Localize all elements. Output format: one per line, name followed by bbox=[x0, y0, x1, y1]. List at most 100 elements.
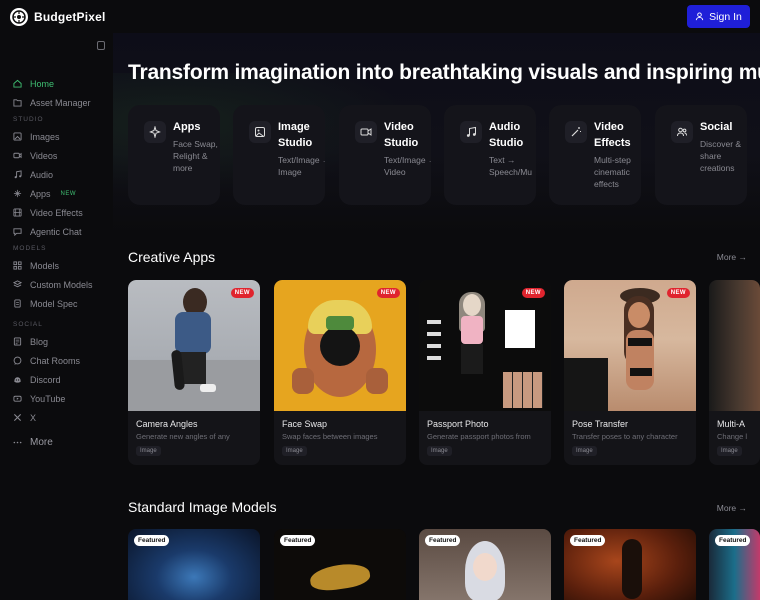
studio-desc: Text/Image → Video bbox=[384, 155, 431, 177]
sparkle-icon bbox=[144, 121, 166, 143]
sidebar-item-audio[interactable]: Audio bbox=[0, 165, 113, 184]
standard-models-more-link[interactable]: More → bbox=[717, 503, 747, 513]
sidebar-item-apps[interactable]: Apps NEW bbox=[0, 184, 113, 203]
sidebar-item-label: Home bbox=[30, 78, 55, 89]
sidebar-item-youtube[interactable]: YouTube bbox=[0, 389, 113, 408]
sidebar-item-images[interactable]: Images bbox=[0, 127, 113, 146]
sidebar-item-label: Chat Rooms bbox=[30, 355, 81, 366]
sidebar-item-video-effects[interactable]: Video Effects bbox=[0, 203, 113, 222]
sidebar-item-agentic-chat[interactable]: Agentic Chat bbox=[0, 222, 113, 241]
new-badge: NEW bbox=[230, 288, 254, 298]
studio-card-video[interactable]: Video Studio Text/Image → Video bbox=[339, 105, 431, 205]
chat-icon bbox=[13, 227, 22, 236]
studio-title: Image Studio bbox=[278, 121, 313, 149]
x-icon bbox=[13, 413, 22, 422]
app-card-multi-angle[interactable]: Multi-A Change l Image bbox=[709, 280, 760, 465]
section-label-social: SOCIAL bbox=[13, 321, 43, 328]
section-label-studio: STUDIO bbox=[13, 116, 44, 123]
logo[interactable]: BudgetPixel bbox=[10, 7, 106, 26]
music-icon bbox=[460, 121, 482, 143]
sidebar-item-models[interactable]: Models bbox=[0, 256, 113, 275]
studio-card-social[interactable]: Social Discover & share creations bbox=[655, 105, 747, 205]
chat-icon bbox=[13, 356, 22, 365]
model-card[interactable]: Featured bbox=[419, 529, 551, 600]
model-card[interactable]: Featured bbox=[274, 529, 406, 600]
studio-desc: Discover & share creations bbox=[700, 139, 742, 173]
app-card-camera-angles[interactable]: NEW Camera Angles Generate new angles of… bbox=[128, 280, 260, 465]
studio-title: Video Studio bbox=[384, 121, 419, 149]
sidebar-collapse-icon[interactable] bbox=[97, 41, 105, 50]
sign-in-button[interactable]: Sign In bbox=[687, 5, 750, 28]
studio-title: Audio Studio bbox=[489, 121, 524, 149]
app-desc: Change l bbox=[717, 432, 748, 441]
sidebar-item-label: Model Spec bbox=[30, 298, 78, 309]
sidebar-item-chat-rooms[interactable]: Chat Rooms bbox=[0, 351, 113, 370]
app-card-pose-transfer[interactable]: NEW Pose Transfer Transfer poses to any … bbox=[564, 280, 696, 465]
ellipsis-icon bbox=[13, 438, 22, 447]
studio-card-video-effects[interactable]: Video Effects Multi-step cinematic effec… bbox=[549, 105, 641, 205]
new-badge: NEW bbox=[376, 288, 400, 298]
sidebar-item-label: Blog bbox=[30, 336, 49, 347]
user-icon bbox=[696, 12, 704, 21]
model-card[interactable]: Featured bbox=[128, 529, 260, 600]
new-badge: NEW bbox=[666, 288, 690, 298]
model-card[interactable]: Featured bbox=[564, 529, 696, 600]
sidebar-item-videos[interactable]: Videos bbox=[0, 146, 113, 165]
new-badge: NEW bbox=[521, 288, 545, 298]
model-thumbnail bbox=[622, 539, 642, 599]
app-card-face-swap[interactable]: NEW Face Swap Swap faces between images … bbox=[274, 280, 406, 465]
doc-icon bbox=[13, 299, 22, 308]
sidebar-item-asset-manager[interactable]: Asset Manager bbox=[0, 93, 113, 112]
sidebar: Home Asset Manager STUDIO Images Videos … bbox=[0, 33, 113, 600]
sidebar-item-blog[interactable]: Blog bbox=[0, 332, 113, 351]
app-card-passport-photo[interactable]: NEW Passport Photo Generate passport pho… bbox=[419, 280, 551, 465]
sidebar-nav: Home Asset Manager STUDIO Images Videos … bbox=[0, 74, 113, 452]
sidebar-item-label: Videos bbox=[30, 150, 58, 161]
model-thumbnail bbox=[308, 560, 372, 594]
layers-icon bbox=[13, 280, 22, 289]
app-desc: Swap faces between images bbox=[282, 432, 378, 441]
app-name: Camera Angles bbox=[136, 419, 198, 429]
discord-icon bbox=[13, 375, 22, 384]
model-card[interactable]: Featured bbox=[709, 529, 760, 600]
new-badge: NEW bbox=[60, 190, 77, 197]
image-icon bbox=[13, 132, 22, 141]
sidebar-item-label: Apps bbox=[30, 188, 51, 199]
app-category-tag: Image bbox=[717, 446, 742, 456]
youtube-icon bbox=[13, 394, 22, 403]
sidebar-more-label: More bbox=[30, 437, 53, 448]
home-icon bbox=[13, 79, 22, 88]
sidebar-item-label: Custom Models bbox=[30, 279, 93, 290]
featured-badge: Featured bbox=[134, 535, 170, 546]
app-desc: Transfer poses to any character bbox=[572, 432, 678, 441]
sidebar-item-label: Models bbox=[30, 260, 60, 271]
video-icon bbox=[13, 151, 22, 160]
featured-badge: Featured bbox=[425, 535, 461, 546]
studio-desc: Multi-step cinematic effects bbox=[594, 155, 631, 189]
app-name: Passport Photo bbox=[427, 419, 489, 429]
hero-title: Transform imagination into breathtaking … bbox=[128, 61, 760, 84]
sidebar-item-x[interactable]: X bbox=[0, 408, 113, 427]
studio-title: Social bbox=[700, 121, 733, 133]
creative-apps-more-link[interactable]: More → bbox=[717, 252, 747, 262]
studio-title: Apps bbox=[173, 121, 201, 133]
app-name: Face Swap bbox=[282, 419, 328, 429]
sidebar-item-label: Video Effects bbox=[30, 207, 83, 218]
sidebar-item-label: Agentic Chat bbox=[30, 226, 82, 237]
section-label-models: MODELS bbox=[13, 245, 47, 252]
sidebar-item-home[interactable]: Home bbox=[0, 74, 113, 93]
sidebar-more-button[interactable]: More bbox=[0, 433, 113, 452]
sidebar-item-label: Asset Manager bbox=[30, 97, 91, 108]
sidebar-item-label: Audio bbox=[30, 169, 54, 180]
app-category-tag: Image bbox=[136, 446, 161, 456]
studio-card-audio[interactable]: Audio Studio Text → Speech/Mu bbox=[444, 105, 536, 205]
users-icon bbox=[671, 121, 693, 143]
app-name: BudgetPixel bbox=[34, 9, 106, 24]
sidebar-item-model-spec[interactable]: Model Spec bbox=[0, 294, 113, 313]
sidebar-item-discord[interactable]: Discord bbox=[0, 370, 113, 389]
app-name: Pose Transfer bbox=[572, 419, 629, 429]
sidebar-item-custom-models[interactable]: Custom Models bbox=[0, 275, 113, 294]
studio-card-apps[interactable]: Apps Face Swap, Relight & more bbox=[128, 105, 220, 205]
film-icon bbox=[13, 208, 22, 217]
studio-card-image[interactable]: Image Studio Text/Image → Image bbox=[233, 105, 325, 205]
